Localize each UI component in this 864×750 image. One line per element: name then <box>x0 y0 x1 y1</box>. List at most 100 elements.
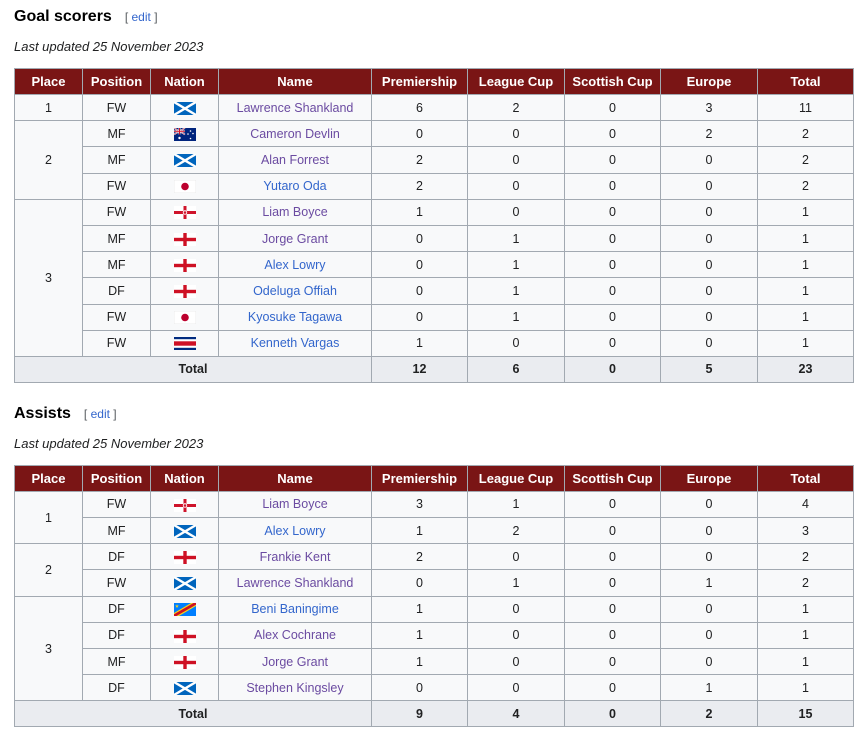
name-cell: Jorge Grant <box>218 647 372 676</box>
header-row: Place Position Nation Name Premiership League… <box>14 464 854 492</box>
prem-cell: 0 <box>371 674 468 702</box>
place-cell: 3 <box>14 595 83 702</box>
lc-cell: 0 <box>467 120 565 148</box>
england-flag-icon[interactable] <box>173 258 196 272</box>
position-cell: FW <box>82 303 151 331</box>
prem-cell: 1 <box>371 647 468 676</box>
edit-link[interactable]: edit <box>91 407 110 421</box>
goal-scorers-heading-row: Goal scorers [ edit ] <box>14 8 864 30</box>
prem-cell: 0 <box>371 224 468 253</box>
costa-rica-flag-icon[interactable] <box>173 337 196 351</box>
england-flag-icon[interactable] <box>173 629 196 643</box>
position-cell: MF <box>82 146 151 174</box>
column-header: Europe <box>660 464 758 492</box>
column-header: Name <box>218 68 372 95</box>
sc-cell: 0 <box>564 543 661 571</box>
position-cell: MF <box>82 224 151 253</box>
player-link[interactable]: Jorge Grant <box>262 655 328 669</box>
scotland-flag-icon[interactable] <box>172 153 197 169</box>
player-link[interactable]: Yutaro Oda <box>263 179 326 193</box>
prem-cell: 0 <box>371 303 468 331</box>
total-cell: 2 <box>757 146 854 174</box>
scotland-flag-icon[interactable] <box>172 576 197 592</box>
scotland-flag-icon[interactable] <box>172 680 197 696</box>
lc-cell: 0 <box>467 146 565 174</box>
name-cell: Yutaro Oda <box>218 172 372 200</box>
player-link[interactable]: Lawrence Shankland <box>237 576 354 590</box>
total-cell: 1 <box>757 674 854 702</box>
eu-cell: 0 <box>660 198 758 226</box>
player-link[interactable]: Stephen Kingsley <box>246 681 343 695</box>
player-link[interactable]: Kenneth Vargas <box>251 336 340 350</box>
player-link[interactable]: Kyosuke Tagawa <box>248 310 342 324</box>
table-row: DF Odeluga Offiah 0 1 0 0 1 <box>15 277 854 305</box>
player-link[interactable]: Cameron Devlin <box>250 127 340 141</box>
player-link[interactable]: Lawrence Shankland <box>237 101 354 115</box>
place-cell: 3 <box>14 198 83 357</box>
scotland-flag-icon[interactable] <box>172 100 197 116</box>
player-link[interactable]: Frankie Kent <box>260 550 331 564</box>
player-link[interactable]: Liam Boyce <box>262 497 327 511</box>
england-flag-icon[interactable] <box>173 285 196 298</box>
player-link[interactable]: Alan Forrest <box>261 153 329 167</box>
lc-cell: 1 <box>467 224 565 253</box>
prem-cell: 0 <box>371 569 468 597</box>
scotland-flag-icon[interactable] <box>172 523 197 539</box>
table-row: 3 FW Liam Boyce 1 0 0 0 1 <box>14 198 854 357</box>
edit-link[interactable]: edit <box>132 10 151 24</box>
name-cell: Liam Boyce <box>218 490 372 519</box>
nation-cell <box>150 198 219 226</box>
japan-flag-icon[interactable] <box>173 180 196 194</box>
sc-cell: 0 <box>564 120 661 148</box>
assists-section: Assists [ edit ] Last updated 25 Novembe… <box>14 383 864 728</box>
column-header: Premiership <box>371 68 468 95</box>
player-link[interactable]: Alex Cochrane <box>254 628 336 642</box>
player-link[interactable]: Liam Boyce <box>262 205 327 219</box>
position-cell: MF <box>82 120 151 148</box>
column-header: Total <box>757 464 854 492</box>
name-cell: Kyosuke Tagawa <box>218 303 372 331</box>
total-cell: 1 <box>757 251 854 279</box>
lc-cell: 0 <box>467 198 565 226</box>
section-heading: Assists <box>14 404 71 422</box>
northern-ireland-flag-icon[interactable] <box>173 498 196 512</box>
australia-flag-icon[interactable] <box>173 127 196 141</box>
northern-ireland-flag-icon[interactable] <box>173 206 196 220</box>
table-row: FW Yutaro Oda 2 0 0 0 2 <box>15 172 854 200</box>
column-header: Total <box>757 68 854 95</box>
position-cell: DF <box>82 621 151 650</box>
total-total-cell: 15 <box>757 700 854 728</box>
nation-cell <box>150 674 219 702</box>
column-header: Position <box>82 464 151 492</box>
eu-cell: 0 <box>660 621 758 650</box>
england-flag-icon[interactable] <box>173 655 196 669</box>
player-link[interactable]: Alex Lowry <box>264 258 325 272</box>
nation-cell <box>150 621 219 650</box>
sc-cell: 0 <box>564 674 661 702</box>
player-link[interactable]: Alex Lowry <box>264 524 325 538</box>
england-flag-icon[interactable] <box>173 232 196 246</box>
prem-cell: 3 <box>371 490 468 519</box>
total-prem-cell: 9 <box>371 700 468 728</box>
player-link[interactable]: Jorge Grant <box>262 232 328 246</box>
player-link[interactable]: Odeluga Offiah <box>253 284 337 298</box>
table-row: FW Kyosuke Tagawa 0 1 0 0 1 <box>15 303 854 331</box>
eu-cell: 0 <box>660 543 758 571</box>
england-flag-icon[interactable] <box>173 550 196 564</box>
total-lc-cell: 4 <box>467 700 565 728</box>
position-cell: DF <box>82 277 151 305</box>
total-sc-cell: 0 <box>564 700 661 728</box>
lc-cell: 0 <box>467 674 565 702</box>
prem-cell: 0 <box>371 251 468 279</box>
eu-cell: 0 <box>660 172 758 200</box>
dr-congo-flag-icon[interactable] <box>173 603 196 617</box>
name-cell: Kenneth Vargas <box>218 329 372 357</box>
sc-cell: 0 <box>564 198 661 226</box>
column-header: Place <box>14 464 83 492</box>
japan-flag-icon[interactable] <box>173 310 196 325</box>
name-cell: Alex Cochrane <box>218 621 372 650</box>
eu-cell: 0 <box>660 490 758 519</box>
player-link[interactable]: Beni Baningime <box>251 602 339 616</box>
prem-cell: 2 <box>371 172 468 200</box>
eu-cell: 1 <box>660 569 758 597</box>
